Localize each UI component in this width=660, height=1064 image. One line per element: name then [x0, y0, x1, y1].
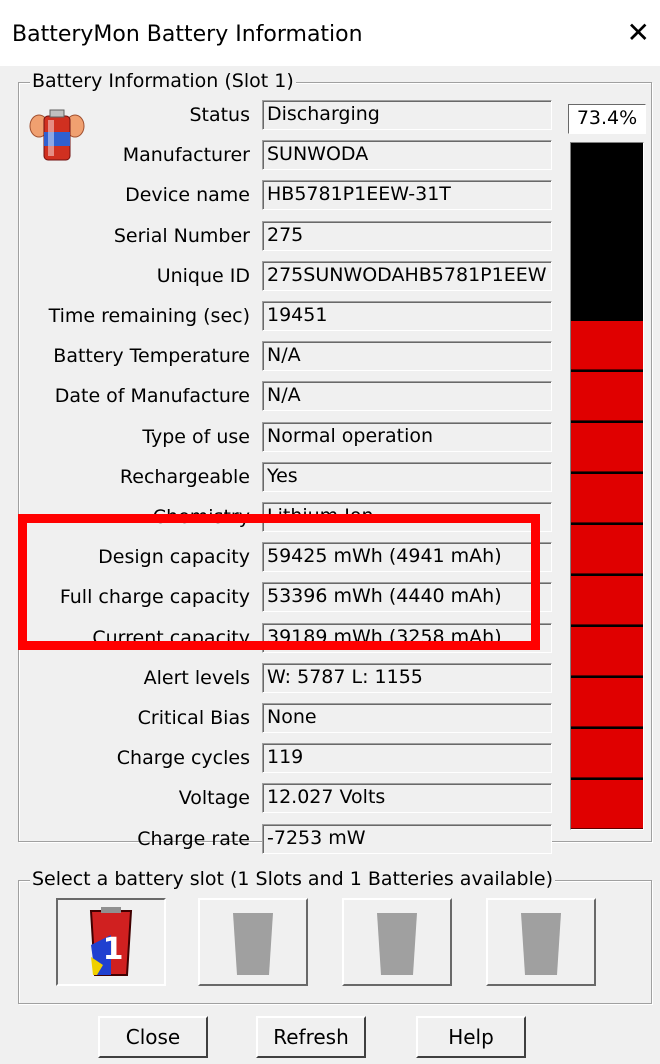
charge-segment — [571, 576, 643, 625]
window-title: BatteryMon Battery Information — [12, 22, 363, 47]
empty-slot-icon — [233, 913, 273, 975]
row-value: 119 — [262, 743, 552, 773]
close-button[interactable]: Close — [98, 1016, 208, 1058]
empty-slot-icon — [521, 913, 561, 975]
help-button[interactable]: Help — [416, 1016, 526, 1058]
charge-segment — [571, 423, 643, 472]
empty-slot-icon — [377, 913, 417, 975]
slot-2-button[interactable] — [198, 898, 308, 986]
slot-number: 1 — [103, 932, 124, 967]
row-label: Type of use — [142, 426, 250, 448]
charge-segment — [571, 372, 643, 421]
charge-percent: 73.4% — [568, 104, 646, 134]
charge-segment — [571, 525, 643, 574]
charge-segment — [571, 321, 643, 370]
charge-segment — [571, 627, 643, 676]
charge-segment — [571, 729, 643, 778]
row-label: Manufacturer — [122, 144, 250, 166]
row-value: Yes — [262, 462, 552, 492]
charge-level-meter — [570, 142, 644, 830]
battery-info-legend: Battery Information (Slot 1) — [30, 70, 296, 92]
row-label: Charge rate — [137, 828, 250, 850]
battery-slot-1-icon: 1 — [89, 907, 133, 976]
row-value: Normal operation — [262, 422, 552, 452]
row-label: Charge cycles — [116, 747, 250, 769]
charge-level-fill — [571, 319, 643, 829]
row-value: N/A — [262, 341, 552, 371]
charge-segment — [571, 678, 643, 727]
row-value: 275 — [262, 221, 552, 251]
charge-segment — [571, 780, 643, 829]
title-bar: BatteryMon Battery Information ✕ — [0, 0, 660, 66]
slot-4-button[interactable] — [486, 898, 596, 986]
row-value: 19451 — [262, 301, 552, 331]
row-label: Status — [189, 104, 250, 126]
charge-segment — [571, 474, 643, 523]
row-label: Voltage — [178, 787, 250, 809]
row-value: -7253 mW — [262, 824, 552, 854]
row-value: 275SUNWODAHB5781P1EEW — [262, 261, 552, 291]
row-label: Alert levels — [143, 667, 250, 689]
row-value: HB5781P1EEW-31T — [262, 180, 552, 210]
row-value: N/A — [262, 381, 552, 411]
slot-1-button[interactable]: 1 — [56, 898, 166, 986]
row-value: 12.027 Volts — [262, 783, 552, 813]
slot-select-legend: Select a battery slot (1 Slots and 1 Bat… — [30, 868, 555, 890]
refresh-button[interactable]: Refresh — [256, 1016, 366, 1058]
row-value: Discharging — [262, 100, 552, 130]
slot-3-button[interactable] — [342, 898, 452, 986]
row-value: SUNWODA — [262, 140, 552, 170]
row-label: Rechargeable — [119, 466, 250, 488]
row-label: Serial Number — [113, 225, 250, 247]
row-label: Date of Manufacture — [54, 385, 250, 407]
row-label: Unique ID — [156, 265, 250, 287]
row-label: Critical Bias — [137, 707, 250, 729]
row-value: None — [262, 703, 552, 733]
row-label: Device name — [125, 184, 250, 206]
row-label: Time remaining (sec) — [48, 305, 250, 327]
row-value: W: 5787 L: 1155 — [262, 663, 552, 693]
row-label: Battery Temperature — [53, 345, 250, 367]
close-window-icon[interactable]: ✕ — [627, 16, 650, 49]
capacity-highlight-box — [18, 514, 540, 650]
